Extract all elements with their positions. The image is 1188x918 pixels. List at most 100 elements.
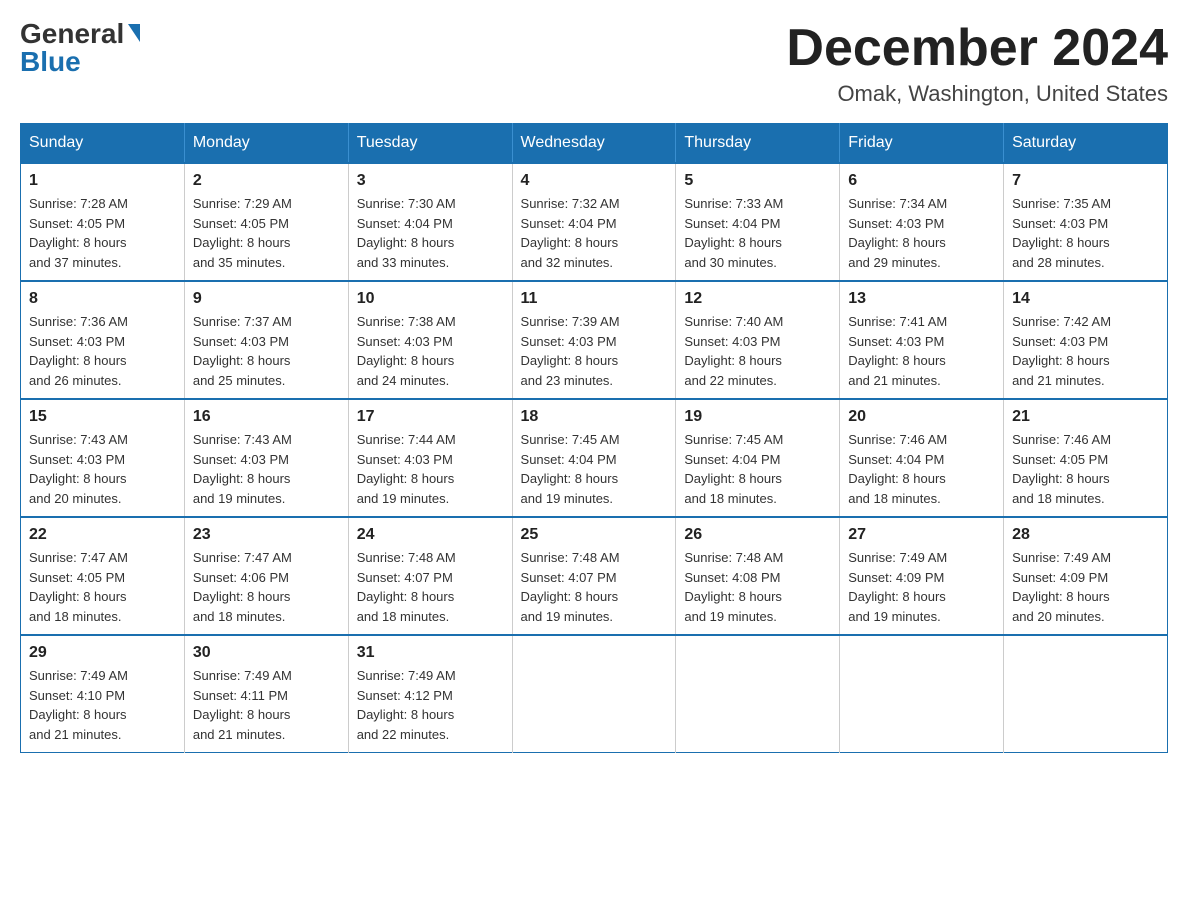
day-cell: 20 Sunrise: 7:46 AMSunset: 4:04 PMDayligh…: [840, 399, 1004, 517]
day-cell: 27Sunrise: 7:49 AMSunset: 4:09 PMDayligh…: [840, 517, 1004, 635]
day-info: Sunrise: 7:49 AMSunset: 4:10 PMDaylight:…: [29, 666, 176, 744]
day-number: 31: [357, 644, 504, 662]
week-row-2: 8 Sunrise: 7:36 AMSunset: 4:03 PMDaylight…: [21, 281, 1168, 399]
header-cell-saturday: Saturday: [1004, 124, 1168, 164]
day-number: 25: [521, 526, 668, 544]
day-number: 21: [1012, 408, 1159, 426]
day-info: Sunrise: 7:46 AMSunset: 4:05 PMDaylight:…: [1012, 430, 1159, 508]
day-number: 3: [357, 172, 504, 190]
day-info: Sunrise: 7:41 AMSunset: 4:03 PMDaylight:…: [848, 312, 995, 390]
header-cell-sunday: Sunday: [21, 124, 185, 164]
day-cell: 8 Sunrise: 7:36 AMSunset: 4:03 PMDaylight…: [21, 281, 185, 399]
day-cell: 10 Sunrise: 7:38 AMSunset: 4:03 PMDayligh…: [348, 281, 512, 399]
day-info: Sunrise: 7:48 AMSunset: 4:08 PMDaylight:…: [684, 548, 831, 626]
day-info: Sunrise: 7:49 AMSunset: 4:09 PMDaylight:…: [1012, 548, 1159, 626]
day-cell: 21 Sunrise: 7:46 AMSunset: 4:05 PMDayligh…: [1004, 399, 1168, 517]
day-number: 30: [193, 644, 340, 662]
week-row-4: 22Sunrise: 7:47 AMSunset: 4:05 PMDayligh…: [21, 517, 1168, 635]
day-number: 8: [29, 290, 176, 308]
day-info: Sunrise: 7:32 AMSunset: 4:04 PMDaylight:…: [521, 194, 668, 272]
day-number: 19: [684, 408, 831, 426]
day-info: Sunrise: 7:43 AMSunset: 4:03 PMDaylight:…: [29, 430, 176, 508]
day-info: Sunrise: 7:35 AMSunset: 4:03 PMDaylight:…: [1012, 194, 1159, 272]
header-cell-thursday: Thursday: [676, 124, 840, 164]
day-number: 23: [193, 526, 340, 544]
week-row-3: 15 Sunrise: 7:43 AMSunset: 4:03 PMDayligh…: [21, 399, 1168, 517]
day-number: 16: [193, 408, 340, 426]
day-number: 11: [521, 290, 668, 308]
day-cell: 16 Sunrise: 7:43 AMSunset: 4:03 PMDayligh…: [184, 399, 348, 517]
header-row: SundayMondayTuesdayWednesdayThursdayFrid…: [21, 124, 1168, 164]
day-number: 15: [29, 408, 176, 426]
day-cell: 29 Sunrise: 7:49 AMSunset: 4:10 PMDayligh…: [21, 635, 185, 753]
day-info: Sunrise: 7:38 AMSunset: 4:03 PMDaylight:…: [357, 312, 504, 390]
day-number: 22: [29, 526, 176, 544]
day-cell: 9 Sunrise: 7:37 AMSunset: 4:03 PMDaylight…: [184, 281, 348, 399]
day-info: Sunrise: 7:37 AMSunset: 4:03 PMDaylight:…: [193, 312, 340, 390]
day-cell: 12 Sunrise: 7:40 AMSunset: 4:03 PMDayligh…: [676, 281, 840, 399]
day-cell: 15 Sunrise: 7:43 AMSunset: 4:03 PMDayligh…: [21, 399, 185, 517]
day-info: Sunrise: 7:48 AMSunset: 4:07 PMDaylight:…: [521, 548, 668, 626]
day-cell: 14 Sunrise: 7:42 AMSunset: 4:03 PMDayligh…: [1004, 281, 1168, 399]
day-cell: 11 Sunrise: 7:39 AMSunset: 4:03 PMDayligh…: [512, 281, 676, 399]
day-number: 2: [193, 172, 340, 190]
day-cell: 13 Sunrise: 7:41 AMSunset: 4:03 PMDayligh…: [840, 281, 1004, 399]
day-info: Sunrise: 7:46 AMSunset: 4:04 PMDaylight:…: [848, 430, 995, 508]
day-cell: 31 Sunrise: 7:49 AMSunset: 4:12 PMDayligh…: [348, 635, 512, 753]
day-number: 28: [1012, 526, 1159, 544]
day-info: Sunrise: 7:39 AMSunset: 4:03 PMDaylight:…: [521, 312, 668, 390]
day-info: Sunrise: 7:33 AMSunset: 4:04 PMDaylight:…: [684, 194, 831, 272]
week-row-5: 29 Sunrise: 7:49 AMSunset: 4:10 PMDayligh…: [21, 635, 1168, 753]
calendar-table: SundayMondayTuesdayWednesdayThursdayFrid…: [20, 123, 1168, 753]
day-cell: 24Sunrise: 7:48 AMSunset: 4:07 PMDayligh…: [348, 517, 512, 635]
day-number: 18: [521, 408, 668, 426]
day-number: 13: [848, 290, 995, 308]
day-info: Sunrise: 7:43 AMSunset: 4:03 PMDaylight:…: [193, 430, 340, 508]
logo-general: General: [20, 20, 124, 48]
day-cell: 5 Sunrise: 7:33 AMSunset: 4:04 PMDaylight…: [676, 163, 840, 281]
day-number: 17: [357, 408, 504, 426]
logo-triangle-icon: [128, 24, 140, 42]
day-number: 9: [193, 290, 340, 308]
week-row-1: 1 Sunrise: 7:28 AMSunset: 4:05 PMDaylight…: [21, 163, 1168, 281]
logo: General Blue: [20, 20, 140, 76]
day-number: 29: [29, 644, 176, 662]
day-info: Sunrise: 7:42 AMSunset: 4:03 PMDaylight:…: [1012, 312, 1159, 390]
day-cell: [676, 635, 840, 753]
day-number: 5: [684, 172, 831, 190]
day-number: 10: [357, 290, 504, 308]
day-cell: 22Sunrise: 7:47 AMSunset: 4:05 PMDayligh…: [21, 517, 185, 635]
day-cell: 3 Sunrise: 7:30 AMSunset: 4:04 PMDaylight…: [348, 163, 512, 281]
day-number: 6: [848, 172, 995, 190]
day-info: Sunrise: 7:45 AMSunset: 4:04 PMDaylight:…: [684, 430, 831, 508]
header-cell-tuesday: Tuesday: [348, 124, 512, 164]
day-info: Sunrise: 7:30 AMSunset: 4:04 PMDaylight:…: [357, 194, 504, 272]
calendar-header: SundayMondayTuesdayWednesdayThursdayFrid…: [21, 124, 1168, 164]
day-info: Sunrise: 7:36 AMSunset: 4:03 PMDaylight:…: [29, 312, 176, 390]
header: General Blue December 2024 Omak, Washing…: [20, 20, 1168, 107]
calendar-body: 1 Sunrise: 7:28 AMSunset: 4:05 PMDaylight…: [21, 163, 1168, 753]
day-number: 12: [684, 290, 831, 308]
day-number: 27: [848, 526, 995, 544]
day-info: Sunrise: 7:40 AMSunset: 4:03 PMDaylight:…: [684, 312, 831, 390]
header-cell-friday: Friday: [840, 124, 1004, 164]
day-cell: 6 Sunrise: 7:34 AMSunset: 4:03 PMDaylight…: [840, 163, 1004, 281]
day-number: 26: [684, 526, 831, 544]
day-cell: 4Sunrise: 7:32 AMSunset: 4:04 PMDaylight…: [512, 163, 676, 281]
day-number: 7: [1012, 172, 1159, 190]
day-number: 14: [1012, 290, 1159, 308]
day-info: Sunrise: 7:45 AMSunset: 4:04 PMDaylight:…: [521, 430, 668, 508]
day-info: Sunrise: 7:48 AMSunset: 4:07 PMDaylight:…: [357, 548, 504, 626]
day-cell: 1 Sunrise: 7:28 AMSunset: 4:05 PMDaylight…: [21, 163, 185, 281]
day-cell: 26 Sunrise: 7:48 AMSunset: 4:08 PMDayligh…: [676, 517, 840, 635]
day-number: 1: [29, 172, 176, 190]
day-info: Sunrise: 7:28 AMSunset: 4:05 PMDaylight:…: [29, 194, 176, 272]
day-info: Sunrise: 7:49 AMSunset: 4:11 PMDaylight:…: [193, 666, 340, 744]
day-number: 20: [848, 408, 995, 426]
day-cell: 30 Sunrise: 7:49 AMSunset: 4:11 PMDayligh…: [184, 635, 348, 753]
day-info: Sunrise: 7:34 AMSunset: 4:03 PMDaylight:…: [848, 194, 995, 272]
header-cell-wednesday: Wednesday: [512, 124, 676, 164]
calendar-title: December 2024: [786, 20, 1168, 77]
day-info: Sunrise: 7:49 AMSunset: 4:12 PMDaylight:…: [357, 666, 504, 744]
calendar-subtitle: Omak, Washington, United States: [786, 81, 1168, 107]
